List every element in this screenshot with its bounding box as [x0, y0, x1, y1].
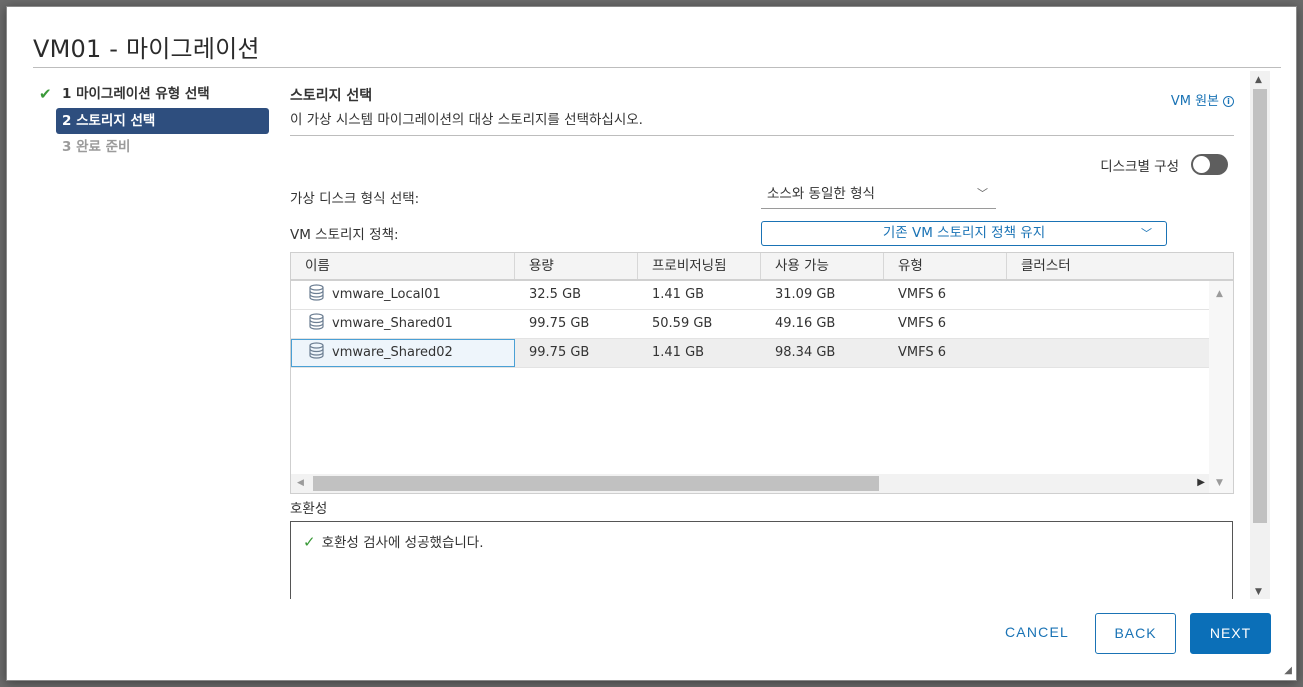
chevron-down-icon: ﹀ — [977, 187, 988, 200]
disk-format-value: 소스와 동일한 형식 — [767, 186, 875, 202]
compatibility-label: 호환성 — [290, 501, 328, 517]
compatibility-box: ✓ 호환성 검사에 성공했습니다. — [290, 521, 1233, 599]
cell-provisioned: 1.41 GB — [652, 287, 705, 302]
cancel-button[interactable]: CANCEL — [987, 613, 1087, 654]
grid-horizontal-scrollbar[interactable]: ◀ ▶ — [291, 474, 1209, 493]
grid-vertical-scrollbar[interactable]: ▲ ▼ — [1209, 281, 1233, 493]
section-title: 스토리지 선택 — [290, 88, 373, 104]
datastore-grid: 이름 용량 프로비저닝됨 사용 가능 유형 클러스터 vmware_Local0… — [290, 252, 1234, 494]
scroll-up-icon[interactable]: ▲ — [1255, 75, 1262, 85]
storage-policy-select[interactable]: 기존 VM 스토리지 정책 유지 ﹀ — [761, 221, 1167, 246]
datastore-icon — [309, 313, 324, 330]
grid-header: 이름 용량 프로비저닝됨 사용 가능 유형 클러스터 — [291, 253, 1233, 281]
step-content: 스토리지 선택 이 가상 시스템 마이그레이션의 대상 스토리지를 선택하십시오… — [290, 67, 1234, 599]
scroll-right-icon[interactable]: ▶ — [1197, 477, 1205, 488]
cell-cluster — [1007, 281, 1209, 309]
scroll-up-icon[interactable]: ▲ — [1216, 289, 1223, 299]
cell-free: 98.34 GB — [775, 345, 836, 360]
datastore-icon — [309, 284, 324, 301]
step-3-label: 3 완료 준비 — [62, 139, 131, 155]
cell-type: VMFS 6 — [898, 287, 947, 302]
cell-free: 49.16 GB — [775, 316, 836, 331]
cell-name: vmware_Local01 — [291, 281, 515, 309]
cell-cluster — [1007, 339, 1209, 367]
chevron-down-icon: ﹀ — [1141, 227, 1152, 240]
cell-provisioned: 1.41 GB — [652, 345, 705, 360]
resize-grip-icon[interactable]: ◢ — [1284, 665, 1292, 676]
cell-free: 31.09 GB — [775, 287, 836, 302]
vm-origin-label: VM 원본 — [1170, 94, 1219, 109]
per-disk-label: 디스크별 구성 — [1100, 158, 1179, 175]
storage-policy-label: VM 스토리지 정책: — [290, 227, 399, 243]
step-2-label: 2 스토리지 선택 — [62, 113, 156, 129]
next-button[interactable]: NEXT — [1190, 613, 1271, 654]
step-1[interactable]: ✔ 1 마이그레이션 유형 선택 — [37, 81, 269, 107]
scroll-thumb[interactable] — [313, 476, 879, 491]
scroll-thumb[interactable] — [1253, 89, 1267, 523]
check-icon: ✔ — [39, 85, 52, 103]
check-icon: ✓ — [303, 533, 316, 551]
per-disk-config: 디스크별 구성 — [1100, 154, 1228, 175]
cell-type: VMFS 6 — [898, 345, 947, 360]
cell-name: vmware_Shared02 — [291, 339, 515, 367]
table-row[interactable]: vmware_Local01 32.5 GB 1.41 GB 31.09 GB … — [291, 281, 1209, 310]
table-row[interactable]: vmware_Shared01 99.75 GB 50.59 GB 49.16 … — [291, 310, 1209, 339]
col-cluster[interactable]: 클러스터 — [1007, 253, 1233, 279]
step-1-label: 1 마이그레이션 유형 선택 — [62, 86, 210, 102]
storage-policy-value: 기존 VM 스토리지 정책 유지 — [882, 225, 1046, 241]
per-disk-toggle[interactable] — [1191, 154, 1228, 175]
datastore-icon — [309, 342, 324, 359]
step-3: 3 완료 준비 — [37, 134, 269, 160]
info-icon: i — [1223, 96, 1234, 107]
col-name[interactable]: 이름 — [291, 253, 515, 279]
col-capacity[interactable]: 용량 — [515, 253, 638, 279]
grid-body: vmware_Local01 32.5 GB 1.41 GB 31.09 GB … — [291, 281, 1209, 368]
migrate-dialog: VM01 - 마이그레이션 ✔ 1 마이그레이션 유형 선택 2 스토리지 선택… — [6, 6, 1297, 681]
col-type[interactable]: 유형 — [884, 253, 1007, 279]
cell-cluster — [1007, 310, 1209, 338]
disk-format-select[interactable]: 소스와 동일한 형식 ﹀ — [761, 181, 996, 209]
dialog-title: VM01 - 마이그레이션 — [33, 35, 260, 63]
cell-type: VMFS 6 — [898, 316, 947, 331]
section-divider — [290, 135, 1234, 136]
scroll-down-icon[interactable]: ▼ — [1216, 478, 1223, 488]
col-free[interactable]: 사용 가능 — [761, 253, 884, 279]
toggle-knob — [1193, 156, 1210, 173]
vm-origin-link[interactable]: VM 원본 i — [1171, 90, 1234, 109]
cell-capacity: 32.5 GB — [529, 287, 582, 302]
section-description: 이 가상 시스템 마이그레이션의 대상 스토리지를 선택하십시오. — [290, 112, 643, 128]
cell-provisioned: 50.59 GB — [652, 316, 713, 331]
cell-capacity: 99.75 GB — [529, 316, 590, 331]
col-provisioned[interactable]: 프로비저닝됨 — [638, 253, 761, 279]
table-row-selected[interactable]: vmware_Shared02 99.75 GB 1.41 GB 98.34 G… — [291, 339, 1209, 368]
cell-capacity: 99.75 GB — [529, 345, 590, 360]
scroll-down-icon[interactable]: ▼ — [1255, 587, 1262, 597]
content-vertical-scrollbar[interactable]: ▲ ▼ — [1250, 71, 1270, 599]
compatibility-message: ✓ 호환성 검사에 성공했습니다. — [303, 533, 484, 551]
disk-format-label: 가상 디스크 형식 선택: — [290, 191, 420, 207]
cell-name: vmware_Shared01 — [291, 310, 515, 338]
step-2[interactable]: 2 스토리지 선택 — [56, 108, 269, 134]
wizard-steps: ✔ 1 마이그레이션 유형 선택 2 스토리지 선택 3 완료 준비 — [37, 81, 269, 160]
back-button[interactable]: BACK — [1095, 613, 1176, 654]
scroll-left-icon[interactable]: ◀ — [297, 478, 304, 488]
